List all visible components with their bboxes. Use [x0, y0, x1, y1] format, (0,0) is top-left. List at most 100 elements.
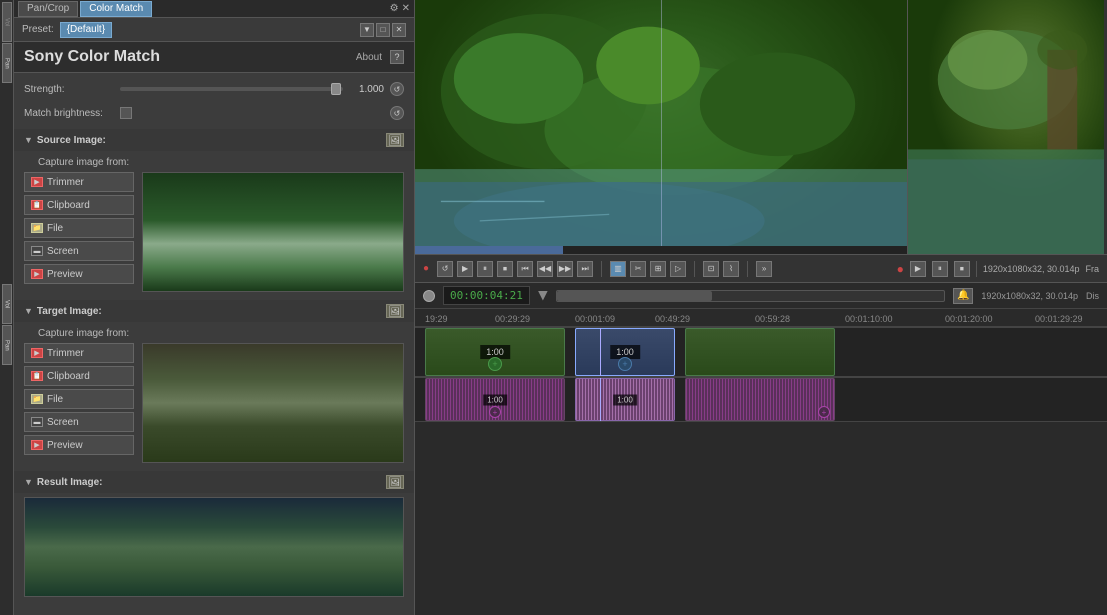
target-capture-label: Capture image from: [24, 326, 404, 343]
preview-progress-bar[interactable] [415, 246, 907, 254]
match-brightness-reset[interactable]: ↺ [390, 106, 404, 120]
tab-pan-crop[interactable]: Pan/Crop [18, 1, 78, 17]
ruler-mark-5: 00:01:10:00 [845, 314, 893, 324]
envelope-btn[interactable]: ⌇ [723, 261, 739, 277]
transport-divider3 [747, 261, 748, 277]
transport-rewind-btn[interactable]: ◀◀ [537, 261, 553, 277]
source-file-btn[interactable]: 📁 File [24, 218, 134, 238]
video-clip-1[interactable]: 1:00 + [425, 328, 565, 376]
mode-select-btn[interactable]: ▥ [610, 261, 626, 277]
panel-icon-1[interactable]: ⚙ [390, 3, 399, 14]
scroll-position[interactable] [556, 290, 946, 302]
side-tab-pan2[interactable]: Pan [2, 325, 12, 365]
preset-reset-btn[interactable]: □ [376, 23, 390, 37]
snap-btn[interactable]: ⊡ [703, 261, 719, 277]
target-image-section: Capture image from: ▶ Trimmer 📋 Clipboar… [14, 322, 414, 471]
transport-prev-btn[interactable]: ⏮ [517, 261, 533, 277]
target-trimmer-btn[interactable]: ▶ Trimmer [24, 343, 134, 363]
zoom-icon[interactable]: 🔔 [953, 288, 973, 304]
transport-next-btn[interactable]: ⏭ [577, 261, 593, 277]
transport-right: ● ▶ ⏸ ⏹ 1920x1080x32, 30.014p Fra [897, 261, 1099, 277]
result-title: Result Image: [37, 477, 103, 488]
transport-play-btn[interactable]: ▶ [457, 261, 473, 277]
transport-divider2 [694, 261, 695, 277]
source-clipboard-btn[interactable]: 📋 Clipboard [24, 195, 134, 215]
source-image-icon[interactable]: 🖼 [386, 133, 404, 147]
video-clip-3[interactable] [685, 328, 835, 376]
source-image-section: Capture image from: ▶ Trimmer 📋 Clipboar… [14, 151, 414, 300]
audio-add-btn-1[interactable]: + [489, 406, 501, 418]
preview-scrubber [661, 0, 662, 254]
target-screen-btn[interactable]: ▬ Screen [24, 412, 134, 432]
project-info: 1920x1080x32, 30.014p [983, 264, 1080, 274]
clip-add-btn-1[interactable]: + [488, 357, 502, 371]
source-preview-label: Preview [47, 269, 83, 280]
audio-add-btn-3[interactable]: + [818, 406, 830, 418]
transport-forward-btn[interactable]: ▶▶ [557, 261, 573, 277]
transport-pause-btn[interactable]: ⏸ [477, 261, 493, 277]
preset-dropdown[interactable]: {Default} [60, 22, 112, 38]
target-section-header[interactable]: ▼ Target Image: 🖼 [14, 300, 414, 322]
playback-pause-btn[interactable]: ⏸ [932, 261, 948, 277]
target-image-icon[interactable]: 🖼 [386, 304, 404, 318]
transport-loop-btn[interactable]: ↺ [437, 261, 453, 277]
audio-clip-3[interactable]: + [685, 378, 835, 421]
mode-slice-btn[interactable]: ✂ [630, 261, 646, 277]
target-file-btn[interactable]: 📁 File [24, 389, 134, 409]
preview-area [415, 0, 1107, 255]
preview-info: 1920x1080x32, 30.014p [981, 291, 1078, 301]
ruler-mark-2: 00:001:09 [575, 314, 615, 324]
controls-area: Strength: 1.000 ↺ Match brightness: ↺ [14, 73, 414, 129]
playback-stop-btn[interactable]: ⏹ [954, 261, 970, 277]
side-tab-vol2[interactable]: Vol [2, 284, 12, 324]
match-brightness-checkbox[interactable] [120, 107, 132, 119]
video-playhead [600, 328, 601, 376]
video-clip-2[interactable]: 1:00 + [575, 328, 675, 376]
more-btn[interactable]: » [756, 261, 772, 277]
source-trimmer-icon: ▶ [31, 177, 43, 187]
source-capture-buttons: ▶ Trimmer 📋 Clipboard 📁 File ▬ [24, 172, 134, 292]
playback-play-btn[interactable]: ▶ [910, 261, 926, 277]
source-title: Source Image: [37, 135, 106, 146]
mode-zoom-btn[interactable]: ⊞ [650, 261, 666, 277]
source-trimmer-btn[interactable]: ▶ Trimmer [24, 172, 134, 192]
ruler-mark-1: 00:29:29 [495, 314, 530, 324]
preset-close-btn[interactable]: ✕ [392, 23, 406, 37]
result-section-header[interactable]: ▼ Result Image: 🖼 [14, 471, 414, 493]
transport-stop-btn[interactable]: ⏹ [497, 261, 513, 277]
side-tab-vol[interactable]: Vol [2, 2, 12, 42]
panel-icon-2[interactable]: ✕ [402, 3, 410, 14]
frame-label: Fra [1086, 264, 1100, 274]
timecode-display[interactable]: 00:00:04:21 [443, 286, 530, 305]
mode-markers-btn[interactable]: ▷ [670, 261, 686, 277]
strength-reset[interactable]: ↺ [390, 82, 404, 96]
timeline-container: 19:29 00:29:29 00:001:09 00:49:29 00:59:… [415, 309, 1107, 615]
target-clipboard-btn[interactable]: 📋 Clipboard [24, 366, 134, 386]
strength-slider[interactable] [120, 87, 343, 91]
source-section-header[interactable]: ▼ Source Image: 🖼 [14, 129, 414, 151]
help-button[interactable]: ? [390, 50, 404, 64]
source-thumbnail [142, 172, 404, 292]
preset-label: Preset: [22, 24, 54, 35]
target-title: Target Image: [37, 306, 102, 317]
tab-color-match[interactable]: Color Match [80, 1, 152, 17]
tab-bar: Pan/Crop Color Match ⚙ ✕ [14, 0, 414, 18]
preset-save-btn[interactable]: ▼ [360, 23, 374, 37]
record-btn[interactable]: ● [897, 262, 904, 276]
source-screen-label: Screen [47, 246, 79, 257]
audio-clip-1[interactable]: 1:00 + [425, 378, 565, 421]
ruler-mark-6: 00:01:20:00 [945, 314, 993, 324]
about-button[interactable]: About [356, 52, 382, 63]
source-screen-btn[interactable]: ▬ Screen [24, 241, 134, 261]
target-trimmer-label: Trimmer [47, 348, 84, 359]
left-vertical-tabs: Vol Pan Vol Pan [0, 0, 14, 615]
target-preview-btn[interactable]: ▶ Preview [24, 435, 134, 455]
source-capture-label: Capture image from: [24, 155, 404, 172]
result-image-icon[interactable]: 🖼 [386, 475, 404, 489]
target-trimmer-icon: ▶ [31, 348, 43, 358]
side-tab-pan[interactable]: Pan [2, 43, 12, 83]
clip-add-btn-2[interactable]: + [618, 357, 632, 371]
preset-row: Preset: {Default} ▼ □ ✕ [14, 18, 414, 42]
audio-clip-2[interactable]: 1:00 [575, 378, 675, 421]
source-preview-btn[interactable]: ▶ Preview [24, 264, 134, 284]
